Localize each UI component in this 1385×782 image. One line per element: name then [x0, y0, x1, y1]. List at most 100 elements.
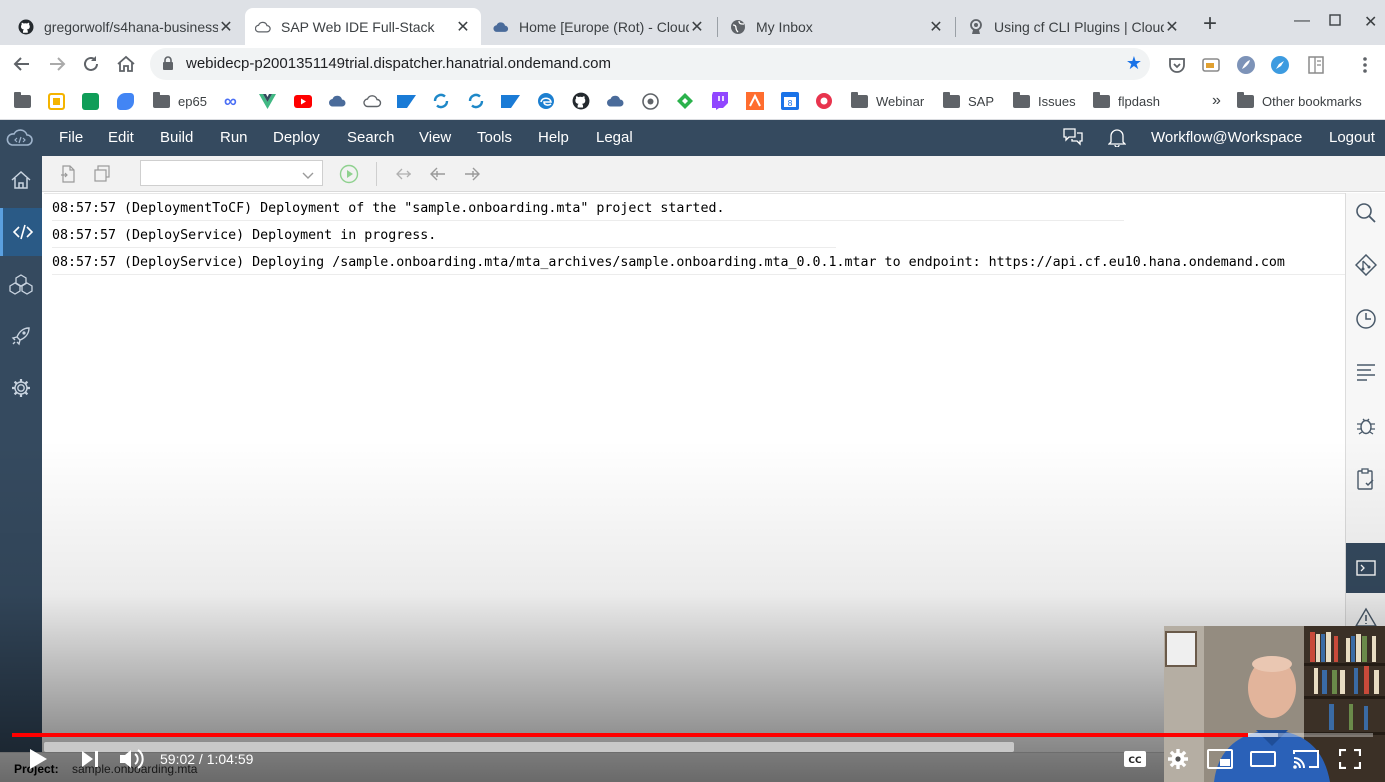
browser-tab-github[interactable]: gregorwolf/s4hana-business ✕ — [8, 8, 244, 45]
miniplayer-button[interactable] — [1206, 746, 1234, 772]
play-button[interactable] — [24, 746, 52, 772]
more-menu-icon[interactable] — [1355, 55, 1375, 75]
window-close-button[interactable]: ✕ — [1364, 12, 1377, 32]
close-icon[interactable]: ✕ — [218, 17, 234, 37]
bookmark-cloud[interactable] — [328, 91, 347, 111]
bookmark-sheets[interactable] — [82, 91, 107, 111]
run-configuration-select[interactable] — [140, 160, 323, 186]
back-button[interactable] — [10, 52, 34, 76]
bookmark-folder-issues[interactable]: Issues — [1013, 91, 1076, 111]
bookmark-folder-flpdash[interactable]: flpdash — [1093, 91, 1160, 111]
extension-compass-icon[interactable] — [1270, 55, 1290, 75]
menu-help[interactable]: Help — [538, 129, 569, 146]
menu-run[interactable]: Run — [220, 129, 248, 146]
bookmarks-overflow-button[interactable]: » — [1212, 91, 1221, 111]
home-button[interactable] — [114, 52, 138, 76]
bookmark-cloud-2[interactable] — [606, 91, 625, 111]
navigate-back-icon[interactable] — [428, 164, 448, 184]
bookmark-sap[interactable] — [501, 91, 520, 111]
bookmark-aws[interactable] — [746, 91, 764, 111]
mute-button[interactable] — [118, 746, 146, 772]
minimize-button[interactable]: ― — [1294, 12, 1310, 30]
bookmark-calendar[interactable]: 8 — [781, 91, 799, 111]
settings-button[interactable] — [1164, 746, 1192, 772]
logout-link[interactable]: Logout — [1329, 129, 1375, 146]
close-icon[interactable]: ✕ — [928, 17, 944, 37]
bookmark-sync-b[interactable] — [467, 91, 485, 111]
close-icon[interactable]: ✕ — [689, 17, 705, 37]
menu-view[interactable]: View — [419, 129, 451, 146]
close-icon[interactable]: ✕ — [455, 17, 471, 37]
chat-icon[interactable] — [1063, 128, 1083, 150]
menu-file[interactable]: File — [59, 129, 83, 146]
menu-edit[interactable]: Edit — [108, 129, 134, 146]
console-panel[interactable]: 08:57:57 (DeploymentToCF) Deployment of … — [44, 193, 1345, 753]
bookmark-github[interactable] — [572, 91, 590, 111]
sidebar-item-development[interactable] — [0, 208, 42, 256]
reading-list-icon[interactable] — [1306, 55, 1326, 75]
sidebar-item-storyboard[interactable] — [0, 260, 42, 308]
subtitles-button[interactable]: CC — [1122, 746, 1148, 772]
next-video-button[interactable] — [78, 746, 102, 772]
browser-tab-cloud-home[interactable]: Home [Europe (Rot) - Cloud ✕ — [483, 8, 715, 45]
browser-tab-title: SAP Web IDE Full-Stack — [281, 18, 435, 35]
new-file-icon[interactable] — [58, 164, 78, 184]
menu-build[interactable]: Build — [160, 129, 193, 146]
right-pane-search[interactable] — [1346, 193, 1385, 233]
bookmark-feedly[interactable] — [676, 91, 694, 111]
bookmark-sap-cloud[interactable] — [363, 91, 382, 111]
browser-tab-my-inbox[interactable]: My Inbox ✕ — [720, 8, 954, 45]
close-icon[interactable]: ✕ — [1164, 17, 1180, 37]
maximize-button[interactable] — [1329, 13, 1341, 31]
video-progress-bar[interactable] — [12, 733, 1373, 737]
bookmark-folder-webinar[interactable]: Webinar — [851, 91, 924, 111]
menu-search[interactable]: Search — [347, 129, 395, 146]
save-all-icon[interactable] — [92, 164, 112, 184]
bookmark-puzzle[interactable] — [117, 91, 142, 111]
right-pane-git[interactable] — [1346, 245, 1385, 285]
new-tab-button[interactable]: + — [1203, 12, 1217, 36]
bookmark-folder-ep65[interactable]: ep65 — [153, 91, 207, 111]
right-pane-outline[interactable] — [1346, 352, 1385, 392]
menu-tools[interactable]: Tools — [477, 129, 512, 146]
right-pane-console[interactable] — [1346, 543, 1385, 593]
bookmark-edge[interactable] — [537, 91, 555, 111]
bookmark-youtube[interactable] — [294, 91, 312, 111]
bookmark-sap-logo[interactable] — [397, 91, 416, 111]
right-pane-code-check[interactable] — [1346, 459, 1385, 499]
cast-extension-icon[interactable] — [1201, 55, 1221, 75]
sidebar-item-home[interactable] — [0, 156, 42, 204]
bookmark-infinity[interactable]: ∞ — [224, 91, 237, 111]
bookmark-chrome[interactable] — [642, 91, 659, 111]
user-menu[interactable]: Workflow@Workspace — [1151, 129, 1302, 146]
bookmark-twitch[interactable] — [711, 91, 728, 111]
navigate-forward-icon[interactable] — [462, 164, 482, 184]
reload-button[interactable] — [79, 52, 103, 76]
pocket-icon[interactable] — [1167, 55, 1187, 75]
bookmark-vue[interactable] — [259, 91, 276, 111]
bookmark-folder-apps[interactable] — [14, 91, 39, 111]
run-icon[interactable] — [339, 164, 359, 184]
menu-deploy[interactable]: Deploy — [273, 129, 320, 146]
address-bar[interactable]: webidecp-p2001351149trial.dispatcher.han… — [150, 48, 1150, 80]
other-bookmarks-folder[interactable]: Other bookmarks — [1237, 91, 1362, 111]
bookmark-star-icon[interactable]: ★ — [1126, 53, 1142, 74]
forward-button[interactable] — [45, 52, 69, 76]
theater-mode-button[interactable] — [1249, 746, 1277, 772]
browser-tab-cf-cli-plugins[interactable]: Using cf CLI Plugins | Cloud ✕ — [958, 8, 1190, 45]
bookmark-slides[interactable] — [48, 91, 73, 111]
right-pane-debugger[interactable] — [1346, 405, 1385, 445]
sidebar-item-deploy[interactable] — [0, 312, 42, 360]
go-to-last-edit-icon[interactable] — [394, 164, 414, 184]
right-pane-history[interactable] — [1346, 299, 1385, 339]
extension-feather-icon[interactable] — [1236, 55, 1256, 75]
browser-tab-sap-web-ide[interactable]: SAP Web IDE Full-Stack ✕ — [245, 8, 481, 45]
menu-legal[interactable]: Legal — [596, 129, 633, 146]
bookmark-record[interactable] — [815, 91, 833, 111]
bookmark-sync-a[interactable] — [432, 91, 450, 111]
bookmark-folder-sap[interactable]: SAP — [943, 91, 994, 111]
notification-bell-icon[interactable] — [1107, 128, 1127, 151]
cast-button[interactable] — [1292, 746, 1320, 772]
fullscreen-button[interactable] — [1337, 746, 1363, 772]
sidebar-item-preferences[interactable] — [0, 364, 42, 412]
